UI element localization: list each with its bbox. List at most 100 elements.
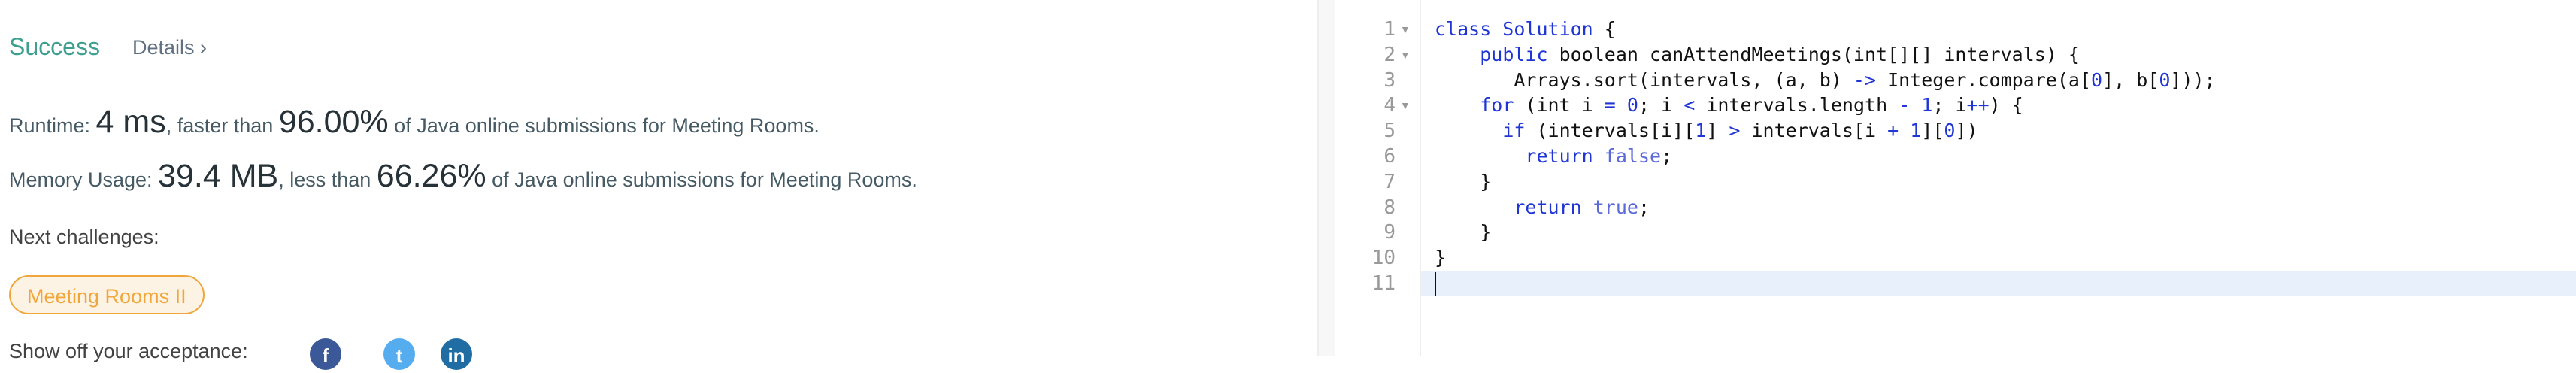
code-token-op: = [1604, 94, 1616, 117]
code-token-kw: if [1502, 120, 1526, 142]
code-token-op: -> [1853, 68, 1877, 91]
code-line[interactable]: class Solution { [1435, 17, 1616, 42]
fold-arrow-icon[interactable]: ▼ [1400, 42, 1411, 68]
details-link[interactable]: Details › [132, 36, 207, 59]
line-number: 8 [1383, 196, 1396, 219]
runtime-mid: , faster than [165, 114, 279, 137]
code-token: ]) [1955, 120, 1978, 142]
memory-percent: 66.26% [376, 158, 486, 194]
code-token: ] [1706, 120, 1729, 142]
code-token: ; [1638, 196, 1650, 218]
code-token-kw: for [1480, 94, 1514, 117]
code-token: ; [1661, 145, 1673, 167]
memory-tail: of Java online submissions for Meeting R… [486, 168, 917, 191]
code-line[interactable]: } [1435, 220, 1491, 245]
code-token: ) { [1989, 94, 2023, 117]
code-token-kw: class Solution [1435, 18, 1593, 40]
runtime-tail: of Java online submissions for Meeting R… [388, 114, 820, 137]
code-line[interactable]: } [1435, 245, 1446, 271]
line-number: 5 [1383, 120, 1396, 143]
code-line[interactable]: for (int i = 0; i < intervals.length - 1… [1435, 92, 2023, 118]
code-token: Integer.compare(a[ [1876, 68, 2091, 91]
runtime-value: 4 ms [95, 104, 166, 140]
code-token: (intervals[i][ [1525, 120, 1696, 142]
code-line[interactable]: public boolean canAttendMeetings(int[][]… [1435, 42, 2080, 68]
code-token: } [1435, 221, 1492, 244]
code-token-op: + [1887, 120, 1899, 142]
code-token-op: < [1683, 94, 1696, 117]
code-line[interactable]: if (intervals[i][1] > intervals[i + 1][0… [1435, 118, 1978, 144]
code-token-num: 1 [1910, 120, 1922, 142]
code-line[interactable]: return false; [1435, 144, 1672, 169]
code-token-lit: true [1593, 196, 1638, 218]
code-token-kw: public [1480, 43, 1548, 65]
code-token-num: 1 [1695, 120, 1707, 142]
memory-value: 39.4 MB [158, 158, 279, 194]
line-number-gutter: 1 ▼ 2 ▼ 3 4 ▼ 5 6 7 8 9 10 11 [1335, 0, 1421, 356]
active-line-highlight [1421, 271, 2576, 296]
line-number: 7 [1383, 170, 1396, 193]
code-token-num: 1 [1921, 94, 1933, 117]
text-cursor [1435, 272, 1436, 296]
code-line[interactable]: return true; [1435, 195, 1650, 220]
line-number: 6 [1383, 145, 1396, 168]
code-token: intervals.length [1695, 94, 1899, 117]
challenge-chip-meeting-rooms-ii[interactable]: Meeting Rooms II [9, 275, 205, 314]
memory-mid: , less than [278, 168, 377, 191]
line-number: 2 [1383, 43, 1396, 66]
code-token: { [1593, 18, 1616, 40]
fold-arrow-icon[interactable]: ▼ [1400, 17, 1411, 42]
code-editor[interactable]: class Solution { public boolean canAtten… [1421, 0, 2576, 356]
line-number: 4 [1383, 94, 1396, 117]
submission-result-panel: Success Details › Runtime: 4 ms, faster … [0, 0, 1317, 370]
line-number: 10 [1371, 247, 1396, 270]
code-token-kw: return [1525, 145, 1593, 167]
facebook-icon[interactable]: f [310, 338, 341, 370]
runtime-percent: 96.00% [278, 104, 389, 140]
code-line[interactable]: } [1435, 169, 1491, 195]
code-token-num: 0 [2091, 68, 2103, 91]
memory-stat: Memory Usage: 39.4 MB, less than 66.26% … [9, 158, 917, 195]
code-token: ; i [1638, 94, 1684, 117]
code-token: boolean canAttendMeetings(int[][] interv… [1547, 43, 2080, 65]
code-token-op: > [1729, 120, 1741, 142]
status-label: Success [9, 33, 100, 60]
code-token: } [1435, 247, 1447, 269]
code-token: ][ [1921, 120, 1944, 142]
code-token: Arrays.sort(intervals, (a, b) [1435, 68, 1853, 91]
code-token: ])); [2170, 68, 2216, 91]
twitter-icon[interactable]: t [383, 338, 415, 370]
runtime-label: Runtime: [9, 114, 96, 137]
memory-label: Memory Usage: [9, 168, 159, 191]
line-number: 11 [1371, 272, 1396, 295]
line-number: 9 [1383, 221, 1396, 244]
fold-arrow-icon[interactable]: ▼ [1400, 92, 1411, 118]
line-number: 1 [1383, 18, 1396, 41]
code-token-op: - [1899, 94, 1911, 117]
code-token: ], b[ [2102, 68, 2159, 91]
line-number: 3 [1383, 68, 1396, 92]
code-line[interactable]: Arrays.sort(intervals, (a, b) -> Integer… [1435, 68, 2216, 93]
share-label: Show off your acceptance: [9, 340, 248, 362]
code-token: ; i [1932, 94, 1967, 117]
runtime-stat: Runtime: 4 ms, faster than 96.00% of Jav… [9, 104, 820, 141]
code-token: } [1435, 170, 1492, 193]
linkedin-icon[interactable]: in [441, 338, 472, 370]
code-token: (int i [1514, 94, 1605, 117]
code-token: intervals[i [1740, 120, 1888, 142]
code-token-num: 0 [2159, 68, 2171, 91]
code-token-num: 0 [1944, 120, 1956, 142]
code-token-kw: return [1514, 196, 1582, 218]
next-challenges-label: Next challenges: [9, 226, 159, 248]
panel-divider[interactable] [1317, 0, 1335, 356]
